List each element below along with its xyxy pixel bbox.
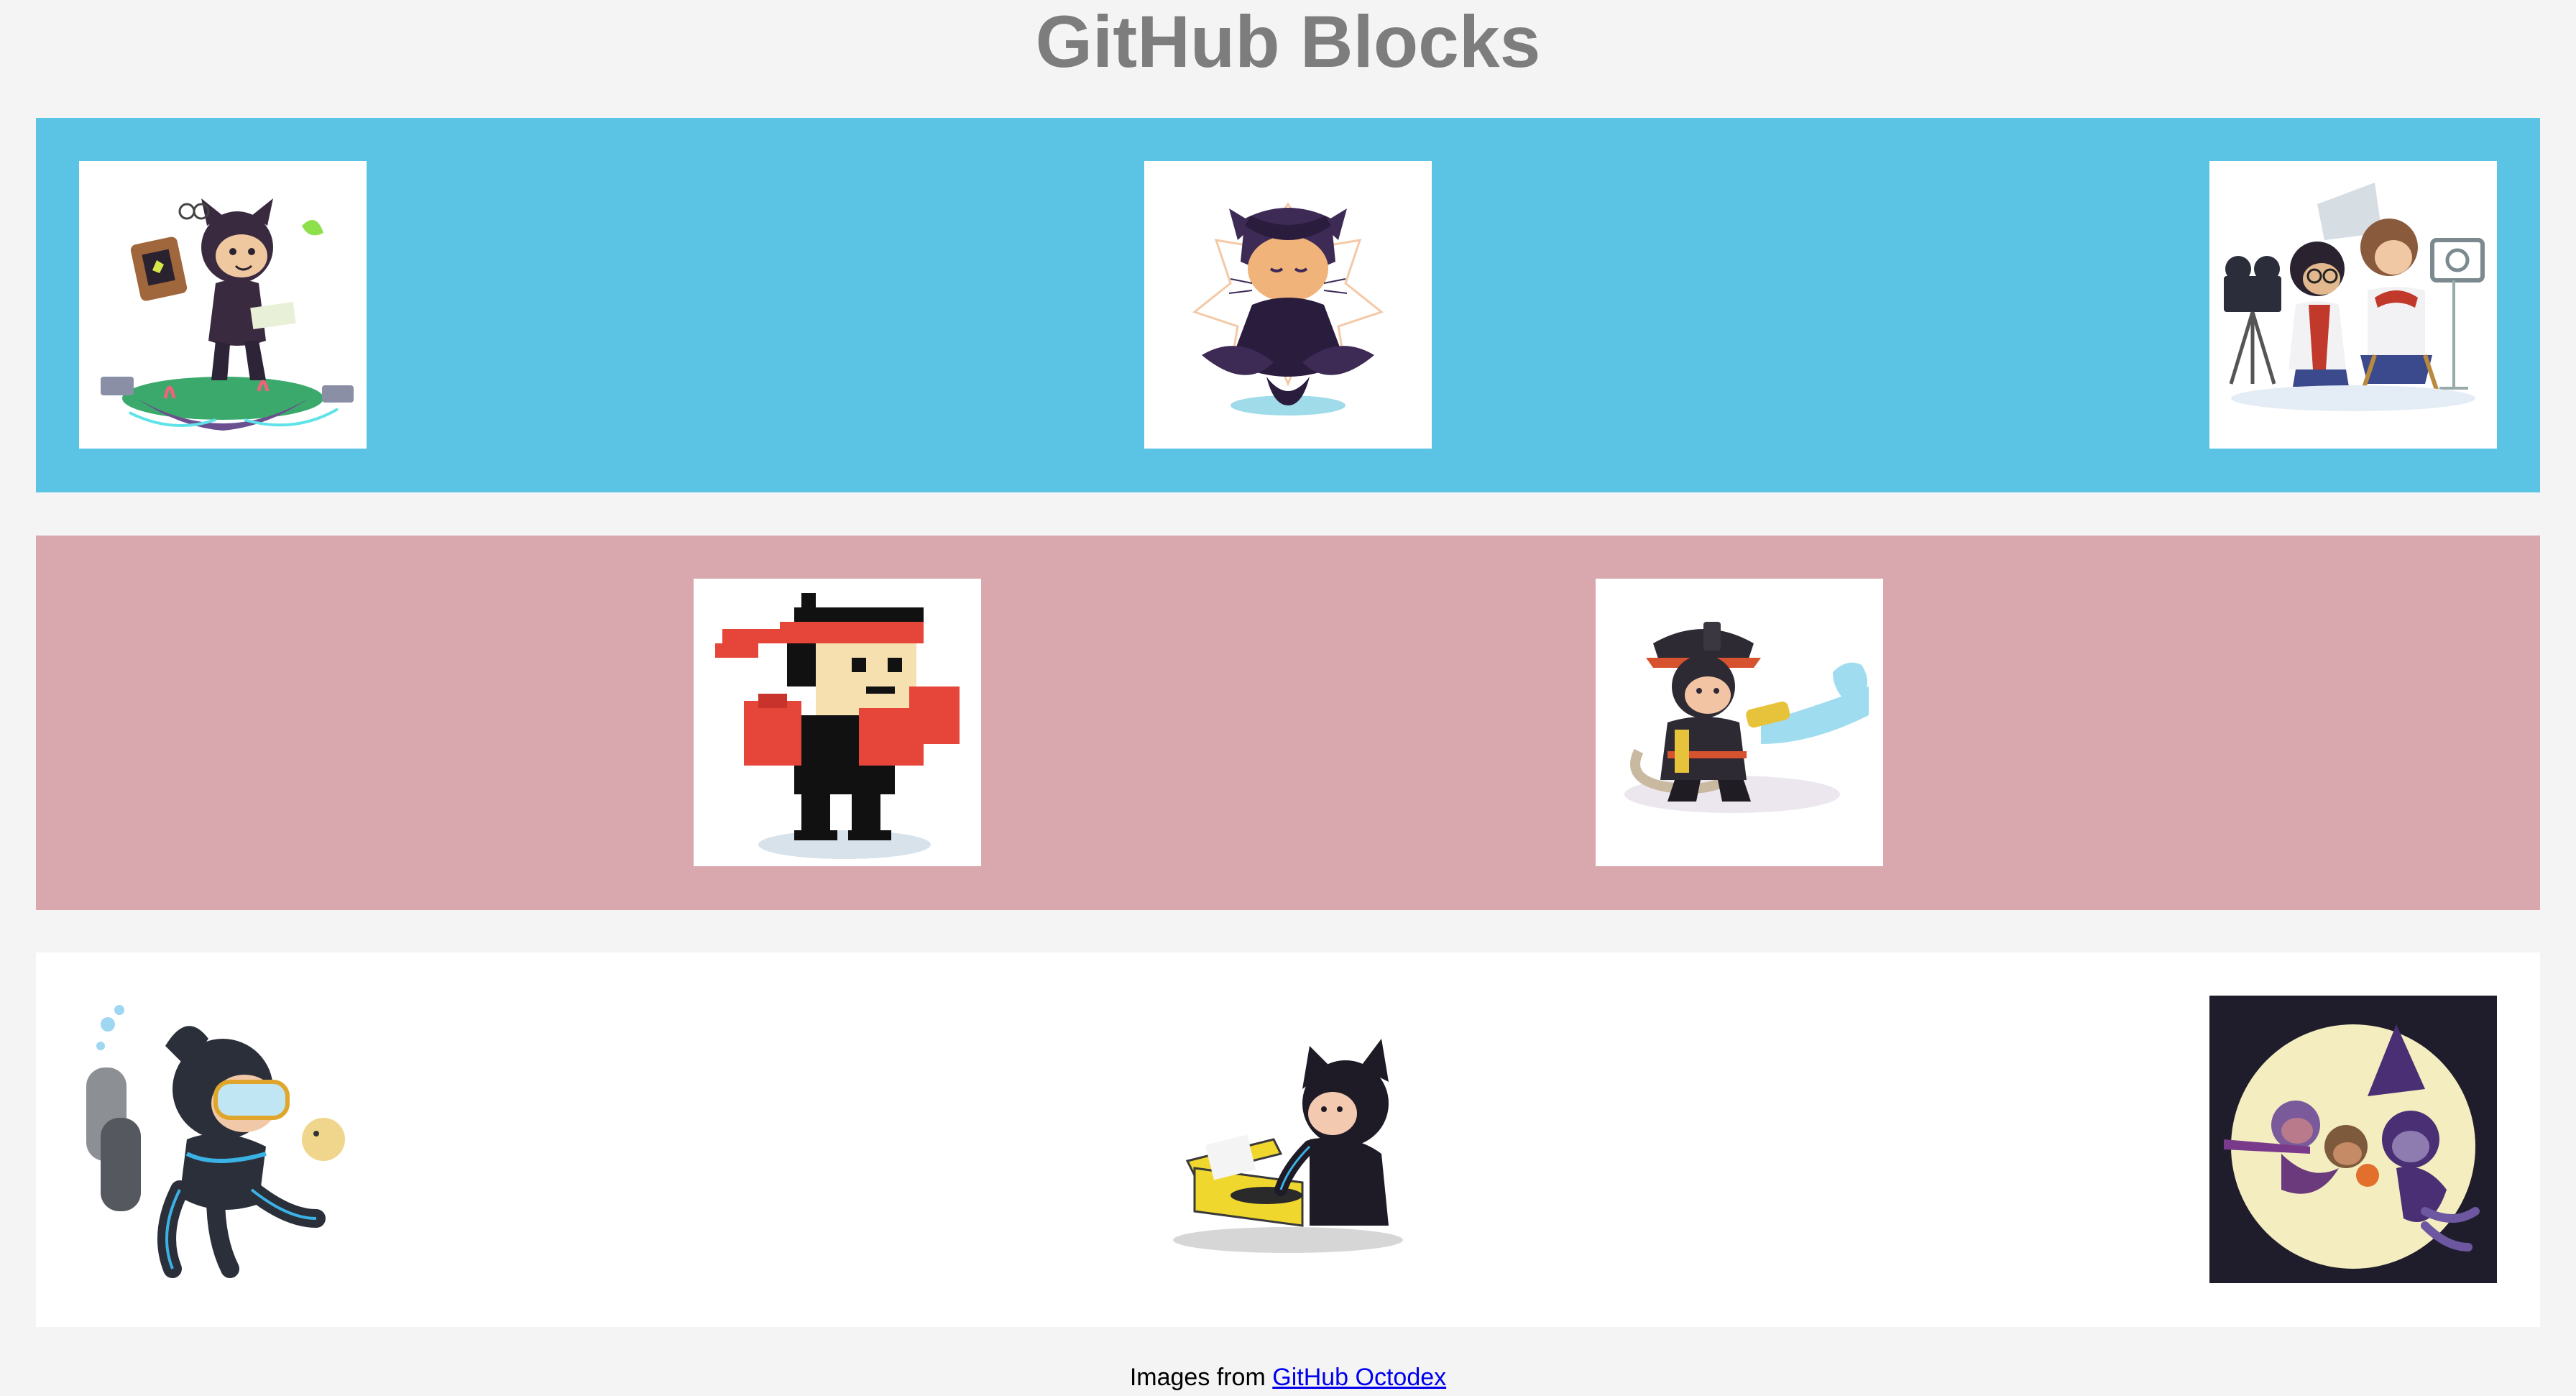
octocat-film-crew-icon[interactable] [2209, 161, 2497, 449]
block-row-1 [36, 118, 2540, 492]
octocat-record-player-icon[interactable] [1144, 996, 1432, 1283]
footer-prefix: Images from [1129, 1364, 1266, 1391]
block-row-3 [36, 952, 2540, 1327]
page: GitHub Blocks Images from GitHub Octodex [0, 0, 2576, 1396]
footer: Images from GitHub Octodex [0, 1362, 2576, 1392]
octocat-meditating-icon[interactable] [1144, 161, 1432, 449]
octocat-gardener-floating-island-icon[interactable] [79, 161, 367, 449]
octocat-pixel-boxer-icon[interactable] [694, 579, 981, 866]
octocat-firefighter-icon[interactable] [1596, 579, 1883, 866]
page-title: GitHub Blocks [1035, 1, 1541, 83]
github-octodex-link[interactable]: GitHub Octodex [1272, 1364, 1446, 1391]
block-row-2 [36, 536, 2540, 910]
octocat-scuba-diver-icon[interactable] [79, 996, 367, 1283]
octocat-witches-moon-icon[interactable] [2209, 996, 2497, 1283]
